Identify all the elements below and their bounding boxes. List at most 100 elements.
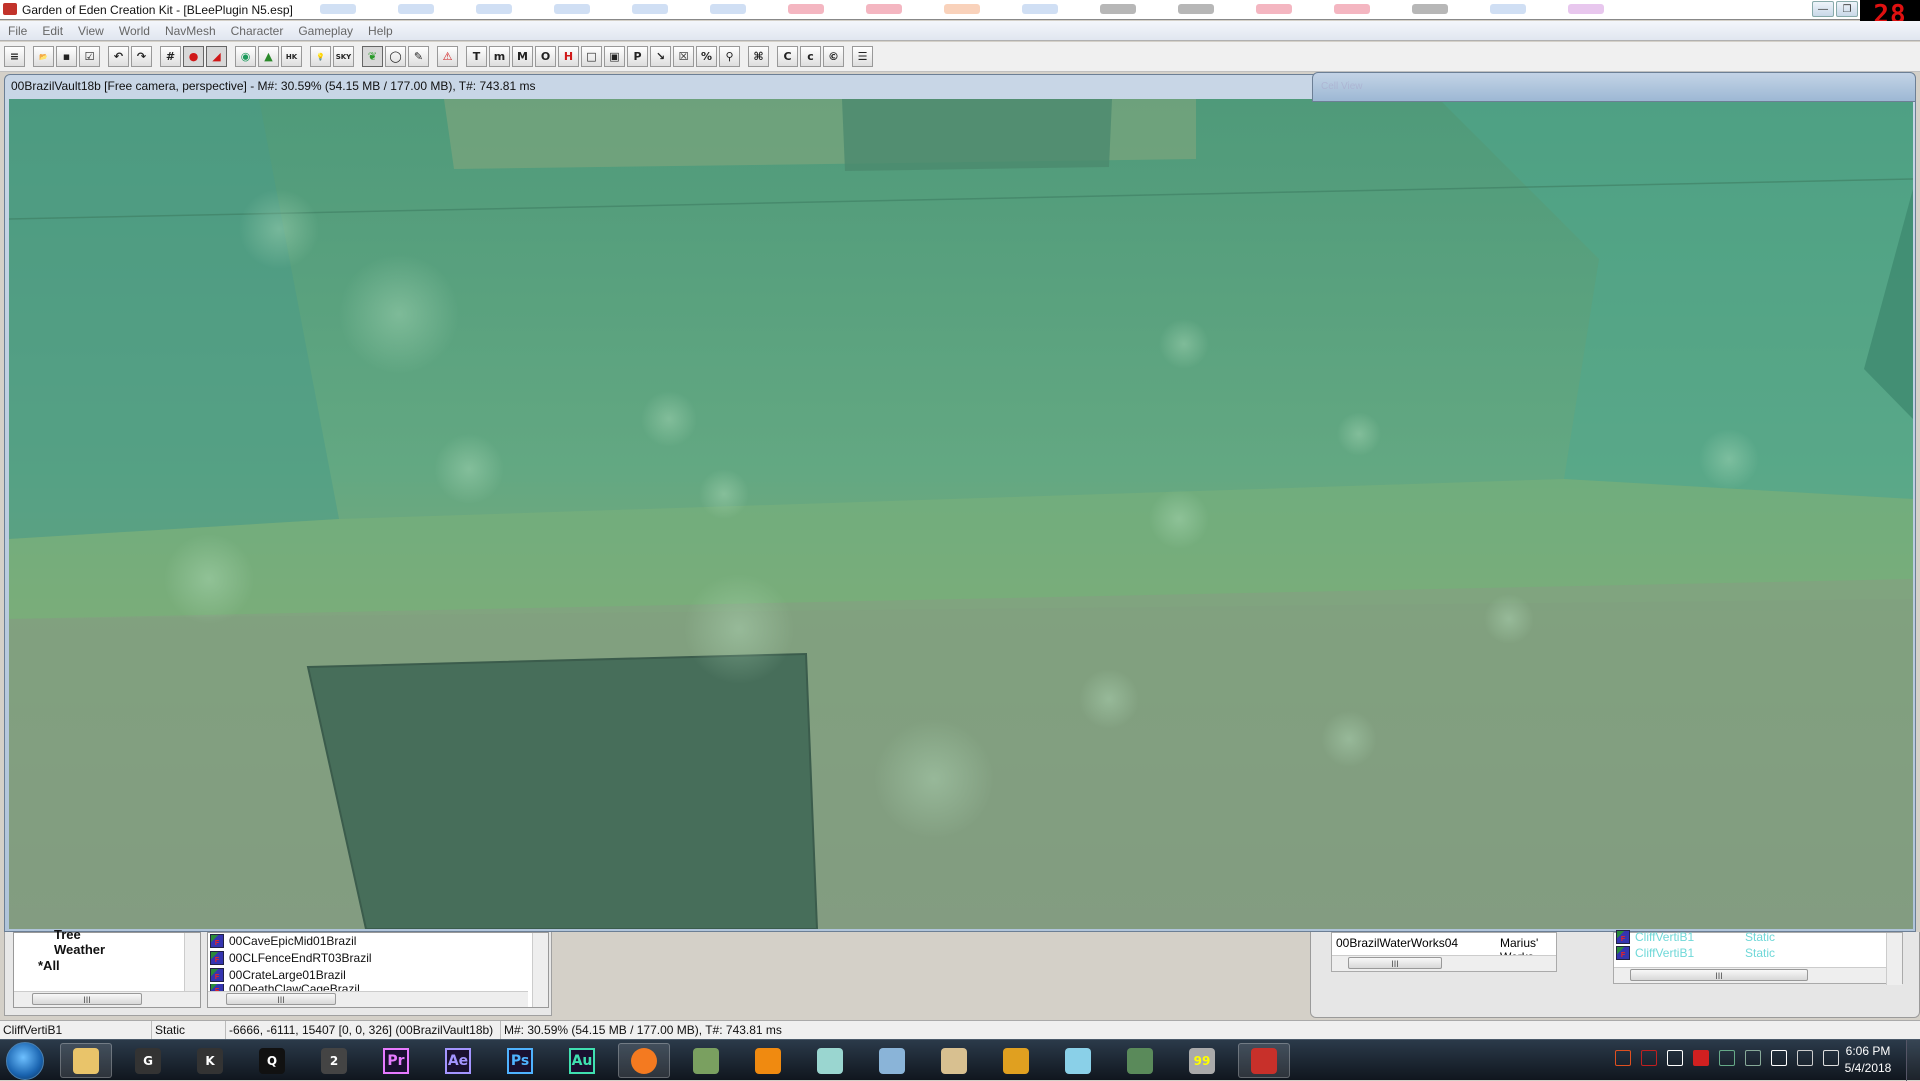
cross-box-button[interactable]: ☒	[673, 46, 694, 67]
menu-world[interactable]: World	[119, 24, 150, 38]
show-desktop-button[interactable]	[1906, 1040, 1920, 1081]
clock[interactable]: 6:06 PM 5/4/2018	[1838, 1043, 1898, 1077]
toggle-t-button[interactable]: T	[466, 46, 487, 67]
monkey-taskbar-button[interactable]: 2	[308, 1043, 360, 1078]
undo-button[interactable]: ↶	[108, 46, 129, 67]
photoshop-taskbar-button[interactable]: Ps	[494, 1043, 546, 1078]
menu-edit[interactable]: Edit	[42, 24, 63, 38]
list-horizontal-scrollbar[interactable]: III	[208, 991, 528, 1007]
menu-character[interactable]: Character	[231, 24, 284, 38]
flag-icon[interactable]	[1771, 1050, 1787, 1066]
snap-angle-button[interactable]: ◢	[206, 46, 227, 67]
toggle-c-button[interactable]: C	[777, 46, 798, 67]
cell-view-titlebar[interactable]: Cell View	[1312, 72, 1916, 102]
toggle-o-button[interactable]: O	[535, 46, 556, 67]
cell-list-horizontal-scrollbar[interactable]: III	[1332, 955, 1556, 971]
paint-taskbar-button[interactable]	[928, 1043, 980, 1078]
snap-reference-button[interactable]: ●	[183, 46, 204, 67]
reference-list-horizontal-scrollbar[interactable]: III	[1614, 967, 1886, 983]
cell-name[interactable]: 00BrazilWaterWorks04	[1336, 936, 1458, 950]
preferences-button[interactable]: ☑	[79, 46, 100, 67]
reference-row[interactable]: F CliffVertiB1 Static	[1616, 945, 1775, 961]
fraps-taskbar-button[interactable]: 99	[1176, 1043, 1228, 1078]
redo-button[interactable]: ↷	[131, 46, 152, 67]
scroll-thumb[interactable]: III	[1348, 957, 1442, 969]
menu-file[interactable]: File	[8, 24, 27, 38]
sky-button[interactable]: SKY	[333, 46, 354, 67]
markers-button[interactable]: M	[512, 46, 533, 67]
menu-view[interactable]: View	[78, 24, 104, 38]
notepad-taskbar-button[interactable]	[804, 1043, 856, 1078]
close-red-icon[interactable]	[1693, 1050, 1709, 1066]
cube-button[interactable]: □	[581, 46, 602, 67]
tree-item[interactable]: Weather	[54, 942, 105, 957]
split-button[interactable]: H	[558, 46, 579, 67]
save-button[interactable]: ▪	[56, 46, 77, 67]
tree-item[interactable]: *All	[38, 958, 60, 973]
leaf-button[interactable]: ❦	[362, 46, 383, 67]
list-item[interactable]: F 00CrateLarge01Brazil	[210, 967, 346, 983]
after-effects-taskbar-button[interactable]: Ae	[432, 1043, 484, 1078]
list-button[interactable]: ☰	[852, 46, 873, 67]
havok-button[interactable]: HK	[281, 46, 302, 67]
toggle-c3d-button[interactable]: c	[800, 46, 821, 67]
lights-button[interactable]: 💡	[310, 46, 331, 67]
fraps-tray-icon[interactable]	[1641, 1050, 1657, 1066]
usb-icon[interactable]	[1719, 1050, 1735, 1066]
audition-taskbar-button[interactable]: Au	[556, 1043, 608, 1078]
toggle-p-button[interactable]: P	[627, 46, 648, 67]
list-item[interactable]: F 00CaveEpicMid01Brazil	[210, 933, 356, 949]
task-manager-taskbar-button[interactable]	[1114, 1043, 1166, 1078]
link-button[interactable]: %	[696, 46, 717, 67]
menu-gameplay[interactable]: Gameplay	[298, 24, 353, 38]
navmesh-button[interactable]: ⚠	[437, 46, 458, 67]
reference-list[interactable]: F CliffVertiB1 Static F CliffVertiB1 Static …	[1613, 930, 1903, 985]
open-button[interactable]: 📂	[33, 46, 54, 67]
camera-button[interactable]: ⌘	[748, 46, 769, 67]
world-button[interactable]: ◉	[235, 46, 256, 67]
tree-item[interactable]: Tree	[54, 927, 81, 942]
scroll-thumb[interactable]: III	[1630, 969, 1808, 981]
speech-bubble-button[interactable]: ◯	[385, 46, 406, 67]
blender-like-taskbar-button[interactable]: G	[122, 1043, 174, 1078]
snipping-taskbar-button[interactable]	[1052, 1043, 1104, 1078]
geck-taskbar-button[interactable]	[1238, 1043, 1290, 1078]
list-item[interactable]: F 00CLFenceEndRT03Brazil	[210, 950, 372, 966]
list-vertical-scrollbar[interactable]	[532, 933, 548, 1007]
pencil-button[interactable]: ✎	[408, 46, 429, 67]
dropbox-icon[interactable]	[1667, 1050, 1683, 1066]
tree-vertical-scrollbar[interactable]	[184, 933, 200, 991]
vlc-taskbar-button[interactable]	[742, 1043, 794, 1078]
arrow-box-button[interactable]: ↘	[650, 46, 671, 67]
tree-horizontal-scrollbar[interactable]: III	[14, 991, 200, 1007]
restore-button[interactable]: ❐	[1836, 1, 1858, 17]
toggle-m-button[interactable]: m	[489, 46, 510, 67]
batch-button[interactable]: ≡	[4, 46, 25, 67]
calculator-taskbar-button[interactable]	[866, 1043, 918, 1078]
circle-c-button[interactable]: ©	[823, 46, 844, 67]
ccleaner-icon[interactable]	[1615, 1050, 1631, 1066]
start-button[interactable]	[6, 1042, 44, 1080]
audacity-taskbar-button[interactable]	[990, 1043, 1042, 1078]
premiere-taskbar-button[interactable]: Pr	[370, 1043, 422, 1078]
scroll-thumb[interactable]: III	[226, 993, 336, 1005]
q-app-taskbar-button[interactable]: Q	[246, 1043, 298, 1078]
drive-check-icon[interactable]	[1745, 1050, 1761, 1066]
scroll-thumb[interactable]: III	[32, 993, 142, 1005]
firefox-taskbar-button[interactable]	[618, 1043, 670, 1078]
object-list[interactable]: F 00CaveEpicMid01Brazil F 00CLFenceEndRT03…	[207, 932, 549, 1008]
cell-list[interactable]: 00BrazilWaterWorks04 Marius' Works III	[1331, 932, 1557, 972]
landscape-button[interactable]: ▲	[258, 46, 279, 67]
object-category-tree[interactable]: Tree Weather *All III	[13, 927, 201, 1008]
menu-navmesh[interactable]: NavMesh	[165, 24, 216, 38]
compass-button[interactable]: ⚲	[719, 46, 740, 67]
volume-icon[interactable]	[1823, 1050, 1839, 1066]
landscape-app-taskbar-button[interactable]	[680, 1043, 732, 1078]
3d-viewport[interactable]	[9, 99, 1913, 929]
menu-help[interactable]: Help	[368, 24, 393, 38]
minimize-button[interactable]: —	[1812, 1, 1834, 17]
network-icon[interactable]	[1797, 1050, 1813, 1066]
grid-button[interactable]: #	[160, 46, 181, 67]
kodi-like-taskbar-button[interactable]: K	[184, 1043, 236, 1078]
reference-list-vertical-scrollbar[interactable]	[1886, 933, 1902, 985]
